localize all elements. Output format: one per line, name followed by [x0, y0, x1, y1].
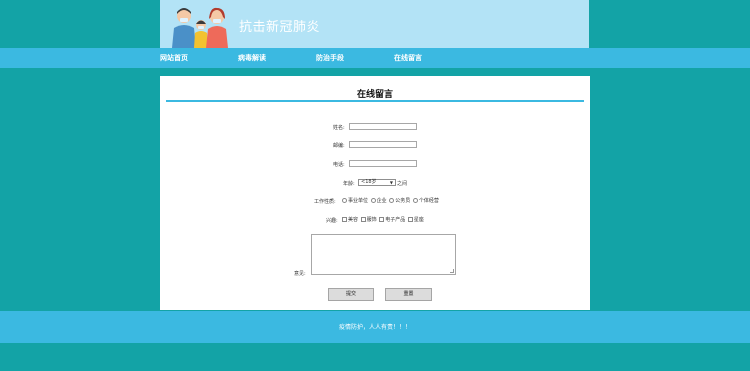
- message-form-panel: 在线留言 姓名: 邮编: 电话: 年龄: <18岁 ▼ 之间 工作性质: 事业单…: [160, 76, 590, 310]
- family-illustration: [172, 7, 228, 48]
- nav-item-virus-info[interactable]: 病毒解读: [238, 48, 266, 68]
- name-input[interactable]: [349, 123, 417, 130]
- email-label: 邮编:: [333, 143, 345, 149]
- reset-button[interactable]: 重置: [385, 288, 432, 301]
- resize-grip-icon[interactable]: [450, 269, 454, 273]
- nav-item-message[interactable]: 在线留言: [394, 48, 422, 68]
- nav-item-prevention[interactable]: 防治手段: [316, 48, 344, 68]
- age-label: 年龄:: [343, 181, 355, 187]
- email-input[interactable]: [349, 141, 417, 148]
- title-divider: [166, 100, 584, 102]
- interest-checkbox-1[interactable]: [360, 217, 366, 222]
- main-nav: 网站首页 病毒解读 防治手段 在线留言: [0, 48, 750, 68]
- job-label: 工作性质:: [314, 199, 336, 205]
- job-radio-group: 事业单位 企业 公务员 个体经营: [342, 197, 440, 204]
- footer-text: 疫情防护，人人有责！！！: [338, 324, 411, 331]
- nav-item-home[interactable]: 网站首页: [160, 48, 188, 68]
- job-radio-2[interactable]: [389, 198, 395, 203]
- name-label: 姓名:: [333, 125, 345, 131]
- age-suffix: 之间: [397, 181, 408, 187]
- phone-label: 电话:: [333, 162, 345, 168]
- phone-input[interactable]: [349, 160, 417, 167]
- site-title: 抗击新冠肺炎: [239, 20, 321, 35]
- advice-textarea[interactable]: [311, 234, 456, 275]
- interest-checkbox-3[interactable]: [407, 217, 413, 222]
- advice-label: 意见:: [294, 271, 306, 277]
- footer: 疫情防护，人人有责！！！: [0, 311, 750, 343]
- age-select[interactable]: <18岁 ▼: [358, 179, 396, 186]
- job-radio-1[interactable]: [370, 198, 376, 203]
- chevron-down-icon: ▼: [389, 180, 393, 185]
- page-title: 在线留言: [356, 90, 393, 100]
- job-radio-0[interactable]: [342, 198, 347, 203]
- interest-checkbox-group: 美容 服饰 电子产品 星座: [342, 216, 425, 223]
- interest-label: 兴趣:: [326, 218, 338, 224]
- interest-checkbox-0[interactable]: [342, 217, 347, 222]
- interest-checkbox-2[interactable]: [379, 217, 385, 222]
- job-radio-3[interactable]: [412, 198, 418, 203]
- submit-button[interactable]: 提交: [328, 288, 374, 301]
- header-banner: 抗击新冠肺炎: [160, 0, 589, 48]
